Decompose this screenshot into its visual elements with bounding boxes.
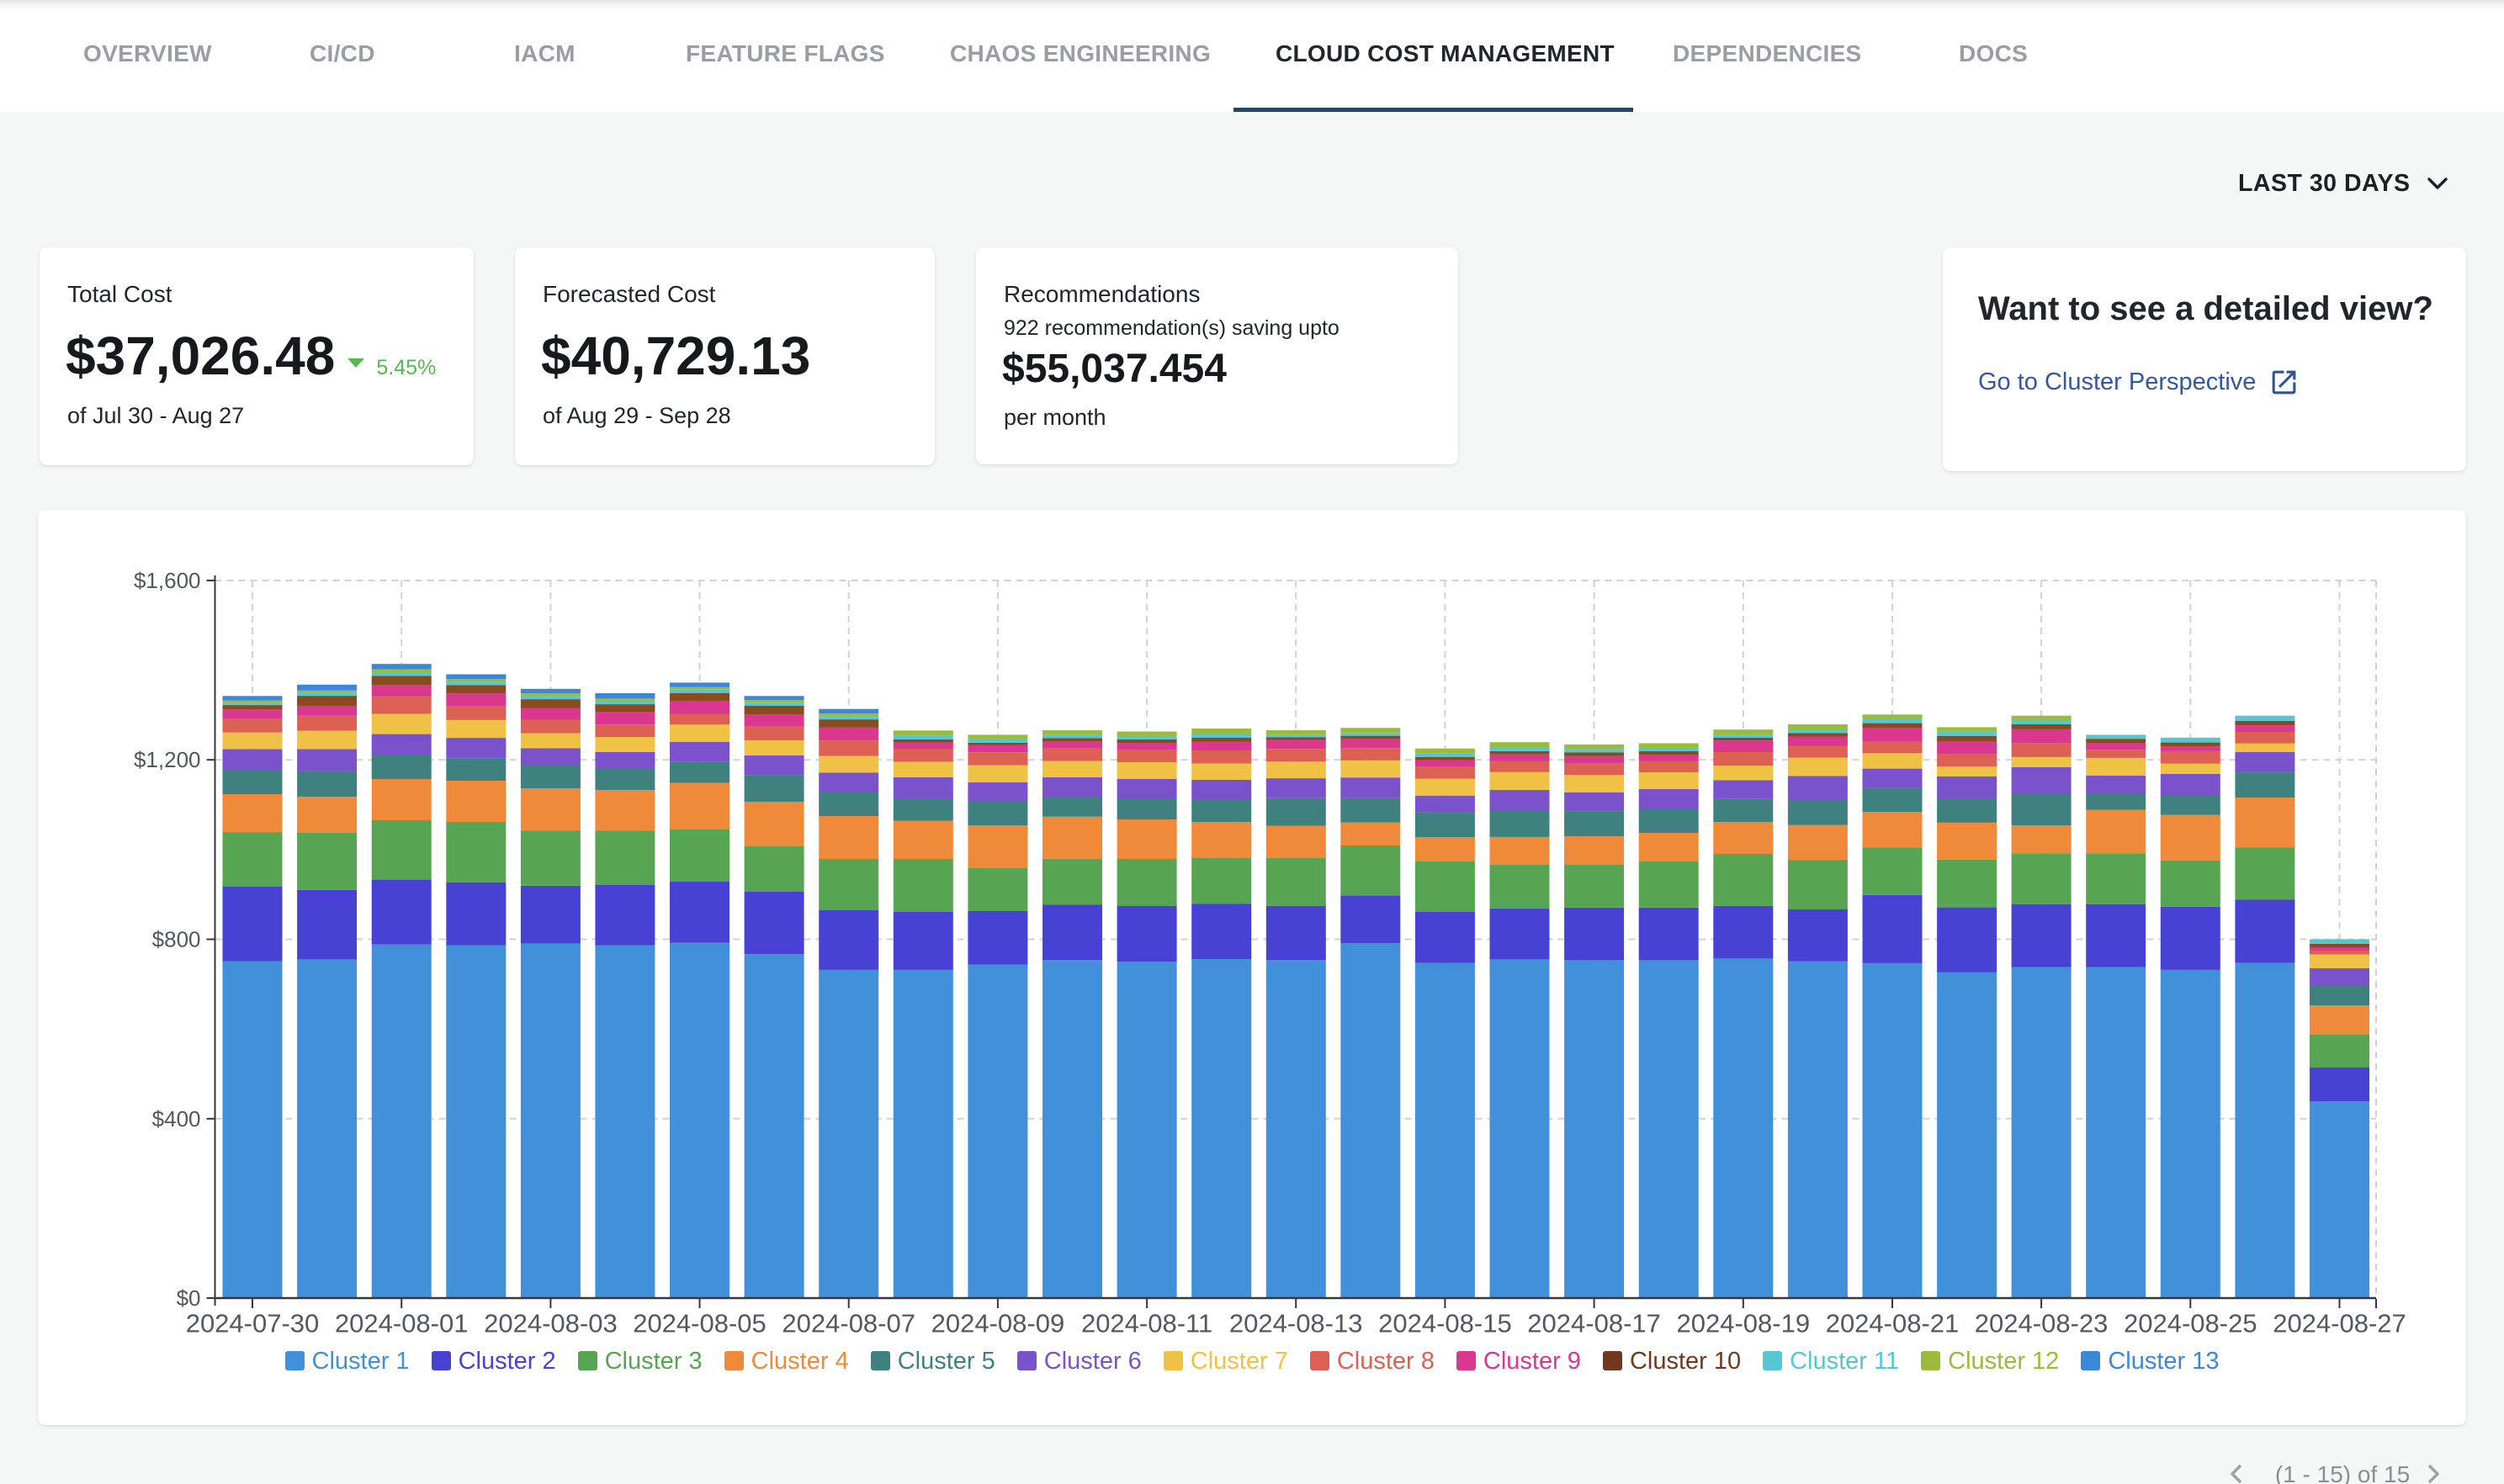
svg-text:2024-08-07: 2024-08-07 — [782, 1309, 915, 1338]
svg-text:2024-08-13: 2024-08-13 — [1229, 1309, 1363, 1338]
svg-text:$1,600: $1,600 — [134, 568, 201, 593]
svg-text:2024-08-05: 2024-08-05 — [633, 1309, 767, 1338]
svg-text:2024-08-27: 2024-08-27 — [2273, 1309, 2406, 1338]
svg-text:2024-08-09: 2024-08-09 — [931, 1309, 1065, 1338]
svg-text:2024-08-15: 2024-08-15 — [1378, 1309, 1512, 1338]
svg-text:2024-08-03: 2024-08-03 — [484, 1309, 618, 1338]
svg-text:2024-08-17: 2024-08-17 — [1527, 1309, 1661, 1338]
svg-text:2024-08-25: 2024-08-25 — [2124, 1309, 2257, 1338]
svg-text:2024-07-30: 2024-07-30 — [186, 1309, 320, 1338]
svg-text:2024-08-11: 2024-08-11 — [1081, 1309, 1212, 1338]
svg-text:2024-08-23: 2024-08-23 — [1975, 1309, 2109, 1338]
svg-text:$0: $0 — [177, 1285, 201, 1311]
svg-text:$800: $800 — [152, 927, 201, 952]
svg-text:$1,200: $1,200 — [134, 747, 201, 772]
svg-text:2024-08-01: 2024-08-01 — [335, 1309, 469, 1338]
svg-text:2024-08-21: 2024-08-21 — [1826, 1309, 1960, 1338]
svg-text:$400: $400 — [152, 1106, 201, 1132]
svg-text:2024-08-19: 2024-08-19 — [1677, 1309, 1811, 1338]
